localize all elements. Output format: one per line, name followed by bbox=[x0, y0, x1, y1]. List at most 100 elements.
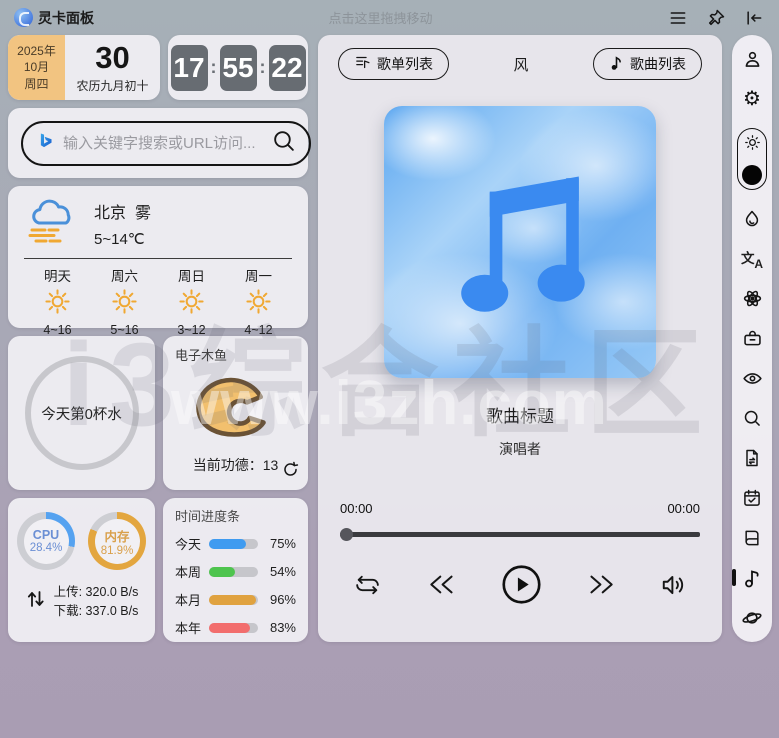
search-input[interactable] bbox=[63, 134, 262, 152]
tools-sidebar: ⚙ 文A bbox=[732, 35, 772, 642]
time-progress-title: 时间进度条 bbox=[175, 509, 241, 524]
forecast-day: 周六 5~16 bbox=[110, 269, 139, 337]
flip-clock-widget: 17 : 55 : 22 bbox=[168, 35, 308, 100]
memory-value: 81.9% bbox=[100, 544, 134, 557]
forecast-day: 明天 4~16 bbox=[43, 269, 72, 337]
book-icon[interactable] bbox=[741, 527, 763, 549]
current-playlist-name: 风 bbox=[513, 56, 529, 74]
progress-fill bbox=[209, 594, 257, 605]
playlist-icon bbox=[354, 54, 371, 74]
cpu-label: CPU bbox=[32, 528, 60, 542]
eye-icon[interactable] bbox=[741, 367, 763, 389]
widgets-column: 2025年 10月 周四 30 农历九月初十 17 : 55 : 22 输入关键… bbox=[8, 35, 311, 642]
repeat-mode-button[interactable] bbox=[352, 572, 383, 598]
cpu-value: 28.4% bbox=[29, 542, 63, 554]
progress-track bbox=[209, 622, 258, 633]
lingka-panel-app: 灵卡面板 点击这里拖拽移动 2025年 10月 周四 30 农历九月初十 17 … bbox=[0, 0, 779, 738]
system-monitor-widget: CPU 28.4% 内存 81.9% 上传: 320.0 B/s 下载: 337… bbox=[8, 498, 155, 642]
clock-hours: 17 bbox=[170, 44, 208, 91]
date-widget: 2025年 10月 周四 30 农历九月初十 bbox=[8, 35, 160, 100]
clock-minutes: 55 bbox=[219, 44, 257, 91]
music-widget-icon[interactable] bbox=[732, 567, 763, 589]
drag-handle[interactable]: 点击这里拖拽移动 bbox=[94, 8, 667, 27]
progress-fill bbox=[209, 538, 246, 549]
pin-icon[interactable] bbox=[705, 7, 727, 29]
date-month: 10月 bbox=[23, 60, 50, 75]
merit-count: 13 bbox=[262, 457, 279, 473]
clock-colon: : bbox=[259, 57, 266, 77]
memory-ring: 内存 81.9% bbox=[88, 512, 146, 570]
planet-icon[interactable] bbox=[741, 607, 763, 629]
flame-icon[interactable] bbox=[741, 208, 763, 230]
next-track-button[interactable] bbox=[586, 571, 616, 598]
search-widget bbox=[8, 108, 311, 178]
volume-button[interactable] bbox=[660, 572, 688, 598]
music-player-panel: 歌单列表 风 歌曲列表 歌曲标题 演唱者 00:00 00:00 bbox=[318, 35, 722, 642]
settings-gear-icon[interactable]: ⚙ bbox=[741, 88, 763, 110]
progress-row: 本月 96% bbox=[175, 592, 296, 608]
seek-slider[interactable] bbox=[340, 528, 700, 541]
light-theme-sun-icon[interactable] bbox=[744, 134, 761, 156]
previous-track-button[interactable] bbox=[427, 571, 457, 598]
weather-widget: 北京雾 5~14℃ 明天 4~16 周六 5~16 周日 3~12 周一 4~1… bbox=[8, 186, 308, 337]
wooden-fish-button[interactable] bbox=[175, 364, 296, 455]
search-submit-icon[interactable] bbox=[271, 128, 296, 158]
toolbox-icon[interactable] bbox=[741, 328, 763, 350]
progress-row: 本周 54% bbox=[175, 564, 296, 580]
playback-progress: 00:00 00:00 bbox=[338, 501, 702, 541]
seek-thumb[interactable] bbox=[340, 528, 353, 541]
clock-colon: : bbox=[210, 57, 217, 77]
clock-seconds: 22 bbox=[268, 44, 306, 91]
menu-icon[interactable] bbox=[667, 7, 689, 29]
cpu-ring: CPU 28.4% bbox=[17, 512, 75, 570]
song-title: 歌曲标题 bbox=[486, 407, 554, 426]
title-bar: 灵卡面板 点击这里拖拽移动 bbox=[0, 0, 779, 35]
time-total: 00:00 bbox=[667, 501, 700, 516]
song-list-button[interactable]: 歌曲列表 bbox=[592, 48, 702, 80]
playlist-list-button[interactable]: 歌单列表 bbox=[338, 48, 449, 80]
weather-city: 北京 bbox=[94, 205, 127, 222]
calendar-check-icon[interactable] bbox=[741, 487, 763, 509]
sun-icon bbox=[44, 288, 71, 320]
date-weekday: 周四 bbox=[24, 76, 49, 91]
theme-toggle[interactable] bbox=[737, 127, 767, 190]
date-day: 30 bbox=[95, 39, 130, 75]
date-lunar: 农历九月初十 bbox=[76, 78, 149, 93]
play-button[interactable] bbox=[501, 564, 542, 605]
search-tool-icon[interactable] bbox=[741, 407, 763, 429]
forecast-day: 周日 3~12 bbox=[177, 269, 206, 337]
merit-label: 当前功德： bbox=[192, 457, 263, 473]
water-counter-widget: 今天第0杯水 bbox=[8, 336, 155, 490]
search-box[interactable] bbox=[21, 120, 311, 166]
seek-track[interactable] bbox=[340, 532, 700, 537]
collapse-left-icon[interactable] bbox=[743, 7, 765, 29]
progress-track bbox=[209, 566, 258, 577]
upload-download-icon bbox=[25, 587, 47, 616]
app-logo-icon bbox=[14, 8, 33, 27]
date-year: 2025年 bbox=[17, 44, 56, 59]
translate-icon[interactable]: 文A bbox=[741, 248, 763, 271]
file-transfer-icon[interactable] bbox=[741, 447, 763, 469]
atom-icon[interactable] bbox=[741, 288, 763, 310]
progress-row: 今天 75% bbox=[175, 536, 296, 552]
sun-icon bbox=[245, 288, 272, 320]
wooden-fish-widget: 电子木鱼 当前功德：13 bbox=[163, 336, 308, 490]
app-title: 灵卡面板 bbox=[38, 9, 94, 26]
date-ymd: 2025年 10月 周四 bbox=[8, 35, 65, 100]
refresh-icon[interactable] bbox=[282, 461, 299, 483]
fog-weather-icon bbox=[24, 196, 80, 251]
music-note-icon bbox=[609, 55, 624, 74]
progress-fill bbox=[209, 566, 236, 577]
forecast-day: 周一 4~12 bbox=[244, 269, 273, 337]
sun-icon bbox=[178, 288, 205, 320]
wooden-fish-title: 电子木鱼 bbox=[175, 348, 228, 363]
album-music-note-icon bbox=[384, 106, 656, 378]
album-art bbox=[384, 106, 656, 378]
water-counter-button[interactable]: 今天第0杯水 bbox=[24, 356, 139, 470]
song-artist: 演唱者 bbox=[499, 441, 541, 457]
progress-track bbox=[209, 538, 258, 549]
weather-condition: 雾 bbox=[135, 205, 152, 222]
dark-theme-moon-icon[interactable] bbox=[742, 164, 762, 185]
weather-forecast: 明天 4~16 周六 5~16 周日 3~12 周一 4~12 bbox=[24, 265, 292, 337]
user-icon[interactable] bbox=[741, 48, 763, 70]
